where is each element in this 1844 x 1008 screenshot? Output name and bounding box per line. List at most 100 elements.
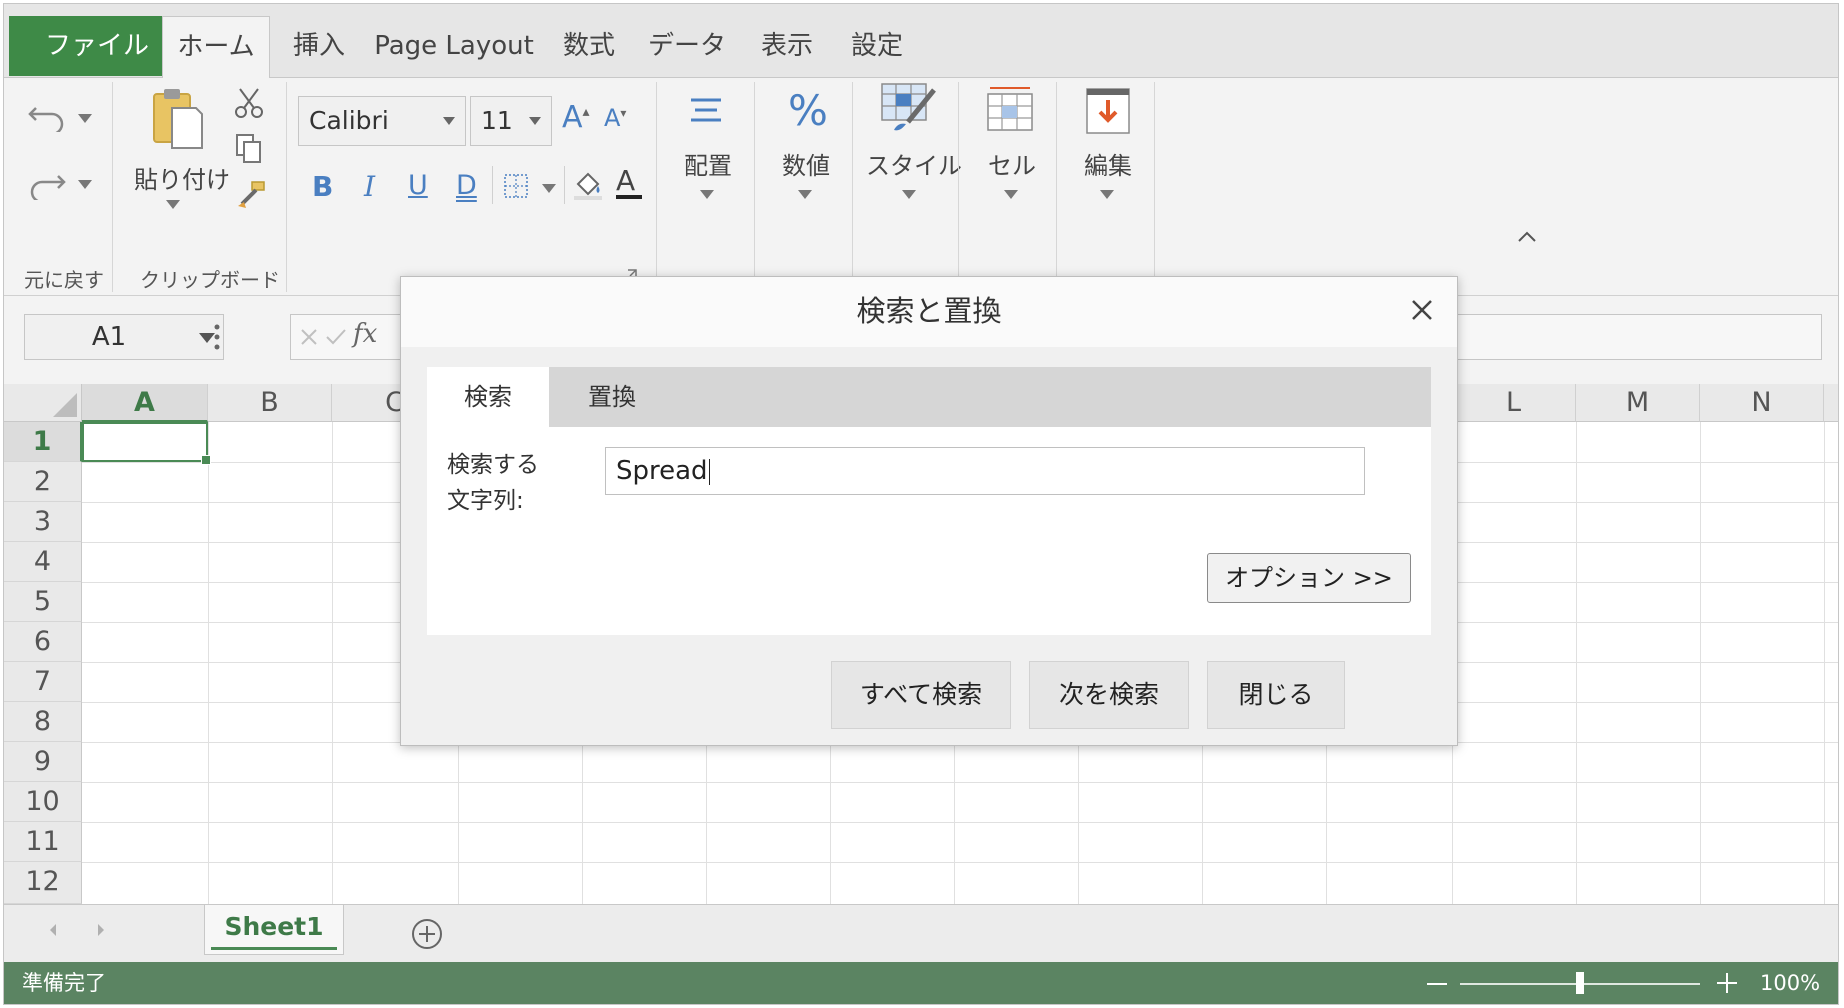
selected-cell[interactable] — [82, 422, 211, 465]
row-header[interactable]: 5 — [4, 582, 82, 622]
cancel-icon[interactable] — [299, 327, 319, 347]
row-header[interactable]: 12 — [4, 862, 82, 904]
group-separator — [286, 82, 287, 292]
copy-icon[interactable] — [234, 132, 264, 166]
cell-styles-icon[interactable] — [878, 80, 938, 138]
scroll-left-icon[interactable] — [46, 921, 60, 939]
row-header[interactable]: 8 — [4, 702, 82, 742]
zoom-slider-thumb[interactable] — [1576, 972, 1584, 994]
more-options-icon[interactable] — [210, 322, 224, 352]
collapse-ribbon-icon[interactable] — [1516, 230, 1538, 244]
fill-color-icon[interactable] — [572, 168, 604, 202]
name-box[interactable]: A1 — [24, 314, 224, 360]
cell-styles-dropdown-icon[interactable] — [902, 190, 916, 199]
font-size-select[interactable]: 11 — [470, 96, 552, 146]
fx-icon[interactable]: fx — [353, 319, 377, 349]
column-header[interactable]: L — [1452, 384, 1576, 422]
cell-styles-label[interactable]: スタイル — [866, 146, 962, 181]
tab-file[interactable]: ファイル — [9, 16, 185, 76]
font-color-glyph: A — [616, 164, 636, 197]
name-box-value: A1 — [91, 322, 127, 352]
spreadsheet-app: ファイル ホーム 挿入 Page Layout 数式 データ 表示 設定 元に戻… — [3, 3, 1839, 1005]
group-separator — [1154, 82, 1155, 292]
editing-dropdown-icon[interactable] — [1100, 190, 1114, 199]
tab-formulas[interactable]: 数式 — [554, 16, 624, 78]
tab-data[interactable]: データ — [642, 16, 732, 78]
alignment-label[interactable]: 配置 — [676, 146, 740, 181]
column-header[interactable]: B — [208, 384, 332, 422]
text-caret — [708, 458, 710, 485]
row-header[interactable]: 7 — [4, 662, 82, 702]
close-icon[interactable] — [1405, 293, 1439, 327]
row-header[interactable]: 6 — [4, 622, 82, 662]
tab-page-layout[interactable]: Page Layout — [374, 16, 534, 78]
double-underline-button[interactable]: D — [456, 170, 477, 201]
confirm-icon[interactable] — [325, 327, 347, 347]
gridline — [1824, 422, 1825, 904]
undo-dropdown-icon[interactable] — [78, 114, 92, 123]
font-name-select[interactable]: Calibri — [298, 96, 466, 146]
tab-find[interactable]: 検索 — [427, 367, 549, 427]
column-header[interactable]: A — [82, 384, 208, 422]
alignment-dropdown-icon[interactable] — [700, 190, 714, 199]
format-painter-icon[interactable] — [232, 178, 268, 212]
zoom-level[interactable]: 100% — [1760, 962, 1820, 1004]
tab-home[interactable]: ホーム — [162, 16, 270, 79]
font-color-icon[interactable]: A — [616, 164, 642, 199]
tab-settings[interactable]: 設定 — [842, 16, 912, 78]
cut-icon[interactable] — [232, 86, 266, 120]
tab-replace[interactable]: 置換 — [551, 367, 673, 427]
tab-insert[interactable]: 挿入 — [284, 16, 354, 78]
cells-icon[interactable] — [984, 84, 1036, 136]
gridline — [332, 422, 333, 904]
undo-icon[interactable] — [26, 100, 68, 132]
find-what-input[interactable]: Spread — [605, 447, 1365, 495]
border-dropdown-icon[interactable] — [542, 184, 556, 193]
shrink-font-icon[interactable]: A▾ — [604, 104, 626, 132]
row-header[interactable]: 9 — [4, 742, 82, 782]
row-header[interactable]: 3 — [4, 502, 82, 542]
underline-button[interactable]: U — [408, 170, 428, 201]
row-header[interactable]: 1 — [4, 422, 82, 462]
sheet-tab-active[interactable]: Sheet1 — [204, 905, 344, 955]
find-panel: 検索する 文字列: Spread オプション >> — [427, 427, 1431, 635]
border-icon[interactable] — [502, 172, 530, 200]
row-header[interactable]: 2 — [4, 462, 82, 502]
tab-view[interactable]: 表示 — [752, 16, 822, 78]
redo-icon[interactable] — [26, 168, 68, 200]
options-button[interactable]: オプション >> — [1207, 553, 1411, 603]
percent-icon[interactable]: % — [788, 86, 828, 135]
group-separator — [112, 82, 113, 292]
close-button[interactable]: 閉じる — [1207, 661, 1345, 729]
select-all-corner[interactable] — [4, 384, 82, 422]
number-label[interactable]: 数値 — [774, 146, 838, 181]
grow-font-icon[interactable]: A▴ — [562, 100, 590, 135]
row-header[interactable]: 10 — [4, 782, 82, 822]
editing-icon[interactable] — [1084, 86, 1132, 136]
cells-label[interactable]: セル — [980, 146, 1044, 181]
find-what-label-line1: 検索する — [447, 452, 539, 478]
column-header[interactable]: M — [1576, 384, 1700, 422]
paste-label[interactable]: 貼り付け — [130, 160, 234, 195]
alignment-icon[interactable] — [688, 96, 724, 128]
clipboard-group-label: クリップボード — [140, 268, 280, 292]
add-sheet-icon[interactable] — [410, 917, 444, 951]
find-next-button[interactable]: 次を検索 — [1029, 661, 1189, 729]
gridline — [82, 862, 1838, 863]
number-dropdown-icon[interactable] — [798, 190, 812, 199]
row-header[interactable]: 11 — [4, 822, 82, 862]
paste-icon[interactable] — [150, 86, 206, 152]
paste-dropdown-icon[interactable] — [166, 200, 180, 209]
column-header[interactable]: N — [1700, 384, 1824, 422]
redo-dropdown-icon[interactable] — [78, 180, 92, 189]
scroll-right-icon[interactable] — [94, 921, 108, 939]
bold-button[interactable]: B — [312, 170, 333, 203]
cells-dropdown-icon[interactable] — [1004, 190, 1018, 199]
find-what-label-line2: 文字列: — [447, 488, 524, 514]
zoom-out-icon[interactable] — [1424, 974, 1450, 994]
row-header[interactable]: 4 — [4, 542, 82, 582]
zoom-in-icon[interactable] — [1714, 970, 1740, 996]
find-all-button[interactable]: すべて検索 — [831, 661, 1011, 729]
italic-button[interactable]: I — [364, 170, 375, 203]
editing-label[interactable]: 編集 — [1076, 146, 1140, 181]
